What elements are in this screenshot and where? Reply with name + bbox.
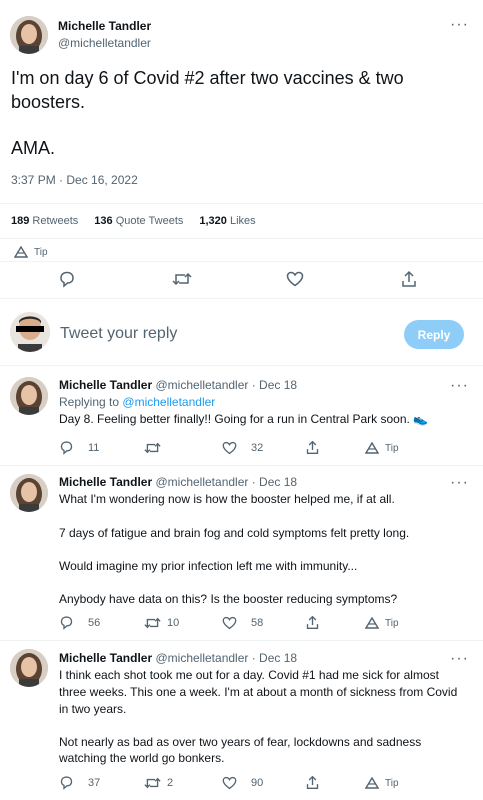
reply-text-line: 7 days of fatigue and brain fog and cold… <box>59 526 410 540</box>
reply-header: Michelle Tandler @michelletandler · Dec … <box>59 475 297 489</box>
retweets-label: Retweets <box>32 215 79 227</box>
reply-header: Michelle Tandler @michelletandler · Dec … <box>59 378 297 392</box>
tip-icon <box>365 617 379 629</box>
retweets-count: 189 <box>11 215 30 227</box>
quote-count: 136 <box>94 215 113 227</box>
tip-icon <box>14 246 28 258</box>
reply-action[interactable]: 11 <box>59 440 99 455</box>
reply-avatar[interactable] <box>10 649 48 687</box>
tip-label: Tip <box>34 246 48 258</box>
retweet-icon <box>144 776 161 790</box>
tweet-reply-input[interactable]: Tweet your reply <box>60 325 177 343</box>
like-count: 32 <box>251 442 264 454</box>
reply-action[interactable]: 37 <box>59 775 100 790</box>
retweet-action[interactable] <box>144 441 167 455</box>
tweet-text-line: I'm on day 6 of Covid #2 after two vacci… <box>11 68 404 88</box>
retweet-icon <box>144 616 161 630</box>
share-icon[interactable] <box>400 270 418 288</box>
reply-button[interactable]: Reply <box>404 320 464 349</box>
reply-author-name[interactable]: Michelle Tandler <box>59 378 152 392</box>
reply-count: 37 <box>88 776 101 789</box>
share-icon[interactable] <box>305 615 320 630</box>
reply-avatar[interactable] <box>10 474 48 512</box>
retweet-action[interactable]: 10 <box>144 616 179 630</box>
like-action[interactable]: 58 <box>222 616 263 630</box>
reply-text-line: What I'm wondering now is how the booste… <box>59 492 395 506</box>
replying-handle-link[interactable]: @michelletandler <box>122 395 215 409</box>
author-name[interactable]: Michelle Tandler <box>58 19 151 33</box>
share-icon[interactable] <box>305 440 320 455</box>
tweet-text-line: boosters. <box>11 92 86 112</box>
author-handle[interactable]: @michelletandler <box>58 36 151 50</box>
tweet-stats: 189 Retweets 136 Quote Tweets 1,320 Like… <box>11 215 256 227</box>
retweet-count: 2 <box>167 777 174 789</box>
replying-to: Replying to @michelletandler <box>59 395 215 409</box>
reply-text-line: Day 8. Feeling better finally!! Going fo… <box>59 412 429 426</box>
retweet-icon <box>144 441 161 455</box>
tip-label: Tip <box>385 442 399 454</box>
share-icon[interactable] <box>305 775 320 790</box>
more-icon[interactable]: ··· <box>450 651 469 667</box>
tip-button[interactable]: Tip <box>365 777 399 789</box>
quote-label: Quote Tweets <box>115 215 184 227</box>
reply-text-line: I think each shot took me out for a day.… <box>59 668 439 682</box>
heart-icon[interactable] <box>286 271 304 287</box>
heart-icon <box>222 776 237 790</box>
retweet-count: 10 <box>167 617 180 629</box>
tip-button[interactable]: Tip <box>365 617 399 629</box>
likes-stat[interactable]: 1,320 Likes <box>199 215 255 227</box>
retweet-action[interactable]: 2 <box>144 776 173 790</box>
reply-header: Michelle Tandler @michelletandler · Dec … <box>59 651 297 665</box>
more-icon[interactable]: ··· <box>450 378 469 394</box>
reply-text-line: Would imagine my prior infection left me… <box>59 559 358 573</box>
tweet-timestamp[interactable]: 3:37 PM · Dec 16, 2022 <box>11 173 138 187</box>
tip-button[interactable]: Tip <box>14 246 48 258</box>
tip-label: Tip <box>385 777 399 789</box>
tweet-text-line: AMA. <box>11 138 56 158</box>
author-avatar[interactable] <box>10 16 48 54</box>
reply-text-line: three weeks. This one a week. I'm at abo… <box>59 685 458 699</box>
like-action[interactable]: 90 <box>222 776 263 790</box>
reply-handle-date[interactable]: @michelletandler · Dec 18 <box>155 378 297 392</box>
reply-handle-date[interactable]: @michelletandler · Dec 18 <box>155 651 297 665</box>
more-icon[interactable]: ··· <box>450 475 469 491</box>
reply-icon <box>59 615 74 630</box>
like-count: 90 <box>251 777 264 789</box>
reply-action[interactable]: 56 <box>59 615 100 630</box>
more-icon[interactable]: ··· <box>450 17 469 33</box>
replying-prefix: Replying to <box>59 395 120 409</box>
heart-icon <box>222 616 237 630</box>
current-user-avatar[interactable] <box>10 312 50 352</box>
reply-count: 11 <box>88 441 100 454</box>
likes-count: 1,320 <box>199 215 227 227</box>
tip-icon <box>365 777 379 789</box>
retweets-stat[interactable]: 189 Retweets <box>11 215 78 227</box>
likes-label: Likes <box>229 215 256 227</box>
reply-handle-date[interactable]: @michelletandler · Dec 18 <box>155 475 297 489</box>
like-action[interactable]: 32 <box>222 441 263 455</box>
tip-button[interactable]: Tip <box>365 442 399 454</box>
tip-icon <box>365 442 379 454</box>
reply-icon <box>59 775 74 790</box>
reply-text-line: watching the world go bonkers. <box>59 751 225 765</box>
heart-icon <box>222 441 237 455</box>
reply-text-line: in two years. <box>59 702 127 716</box>
reply-icon <box>59 440 74 455</box>
reply-avatar[interactable] <box>10 377 48 415</box>
reply-count: 56 <box>88 616 101 629</box>
like-count: 58 <box>251 617 264 629</box>
reply-icon[interactable] <box>58 270 76 288</box>
reply-author-name[interactable]: Michelle Tandler <box>59 475 152 489</box>
tip-label: Tip <box>385 617 399 629</box>
reply-text-line: Not nearly as bad as over two years of f… <box>59 735 422 749</box>
reply-author-name[interactable]: Michelle Tandler <box>59 651 152 665</box>
retweet-icon[interactable] <box>172 271 192 287</box>
quote-tweets-stat[interactable]: 136 Quote Tweets <box>94 215 183 227</box>
reply-text-line: Anybody have data on this? Is the booste… <box>59 592 398 606</box>
